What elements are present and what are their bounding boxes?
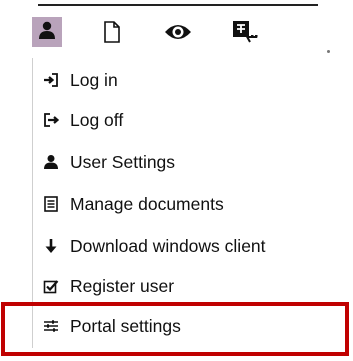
menu-item-label: Log in xyxy=(70,69,118,90)
menu-item-label: Download windows client xyxy=(70,235,266,256)
document-icon xyxy=(102,20,122,49)
menu-item-log-off[interactable]: Log off xyxy=(33,100,321,140)
login-icon xyxy=(43,72,59,88)
menu-item-label: Log off xyxy=(70,109,124,130)
toolbar-top-border xyxy=(38,4,318,6)
menu-item-user-settings[interactable]: User Settings xyxy=(33,142,321,182)
menu-item-manage-documents[interactable]: Manage documents xyxy=(33,184,321,224)
translate-icon xyxy=(231,19,261,50)
user-icon xyxy=(43,154,59,170)
checkbox-icon xyxy=(43,278,59,294)
highlight-box xyxy=(1,302,349,356)
document-list-icon xyxy=(43,196,59,212)
download-arrow-icon xyxy=(43,238,59,254)
menu-item-download-windows-client[interactable]: Download windows client xyxy=(33,226,321,266)
menu-item-log-in[interactable]: Log in xyxy=(33,60,321,100)
view-button[interactable] xyxy=(164,20,192,48)
eye-icon xyxy=(164,21,192,48)
menu-item-label: Manage documents xyxy=(70,193,224,214)
menu-item-register-user[interactable]: Register user xyxy=(33,266,321,306)
logout-icon xyxy=(43,112,59,128)
translate-button[interactable] xyxy=(232,20,260,48)
user-icon xyxy=(37,20,57,45)
toolbar xyxy=(32,8,330,53)
menu-item-label: Register user xyxy=(70,275,175,296)
menu-item-label: User Settings xyxy=(70,151,176,172)
documents-button[interactable] xyxy=(98,20,126,48)
overflow-dot xyxy=(327,50,330,53)
user-menu-button[interactable] xyxy=(32,17,62,47)
